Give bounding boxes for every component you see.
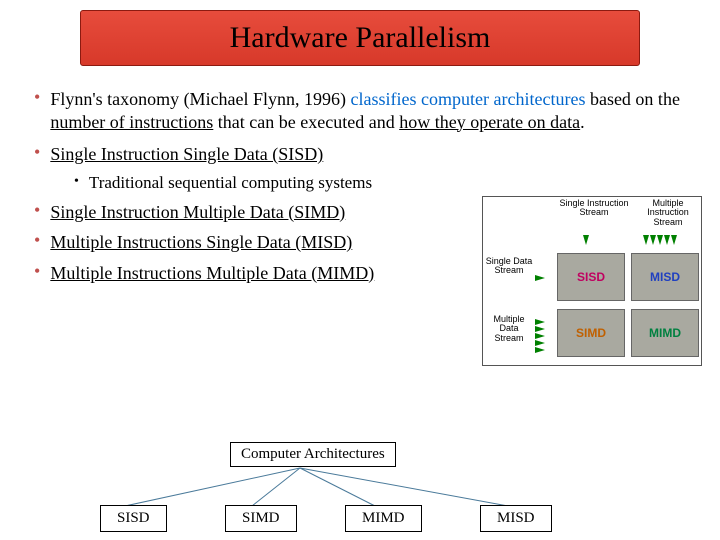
fig-cell-sisd: SISD (557, 253, 625, 301)
title-container: Hardware Parallelism (0, 0, 720, 80)
intro-link: classifies computer architectures (351, 89, 586, 109)
arrow-down-multi-icon (643, 235, 677, 249)
intro-mid2: that can be executed and (213, 112, 399, 132)
bullet-dot-icon: • (34, 262, 40, 285)
sisd-sub-text: Traditional sequential computing systems (89, 172, 372, 193)
bullet-dot-icon: • (34, 143, 40, 166)
tree-leaf-sisd: SISD (100, 505, 167, 532)
bullet-sisd-sub: • Traditional sequential computing syste… (74, 172, 690, 193)
fig-cell-simd: SIMD (557, 309, 625, 357)
title-bar: Hardware Parallelism (80, 10, 640, 66)
arrow-right-multi-icon (535, 319, 545, 353)
intro-mid: based on the (585, 89, 679, 109)
tree-leaf-mimd: MIMD (345, 505, 422, 532)
intro-pre: Flynn's taxonomy (Michael Flynn, 1996) (50, 89, 350, 109)
misd-label: Multiple Instructions Single Data (MISD) (50, 231, 352, 254)
intro-text: Flynn's taxonomy (Michael Flynn, 1996) c… (50, 88, 690, 133)
bullet-dot-icon: • (34, 201, 40, 224)
mimd-label: Multiple Instructions Multiple Data (MIM… (50, 262, 374, 285)
intro-end: . (580, 112, 585, 132)
arrow-right-icon (535, 275, 545, 281)
tree-root: Computer Architectures (230, 442, 396, 467)
slide-title: Hardware Parallelism (89, 21, 631, 55)
bullet-dot-icon: • (34, 88, 40, 133)
fig-col1-label: Single Instruction Stream (559, 199, 629, 218)
bullet-sisd: • Single Instruction Single Data (SISD) (34, 143, 690, 166)
flynn-taxonomy-figure: Single Instruction Stream Multiple Instr… (482, 196, 702, 366)
arrow-down-icon (583, 235, 589, 249)
fig-col2-label: Multiple Instruction Stream (633, 199, 703, 227)
fig-row2-label: Multiple Data Stream (485, 315, 533, 343)
architecture-tree: Computer Architectures SISD SIMD MIMD MI… (40, 442, 600, 532)
tree-leaf-misd: MISD (480, 505, 552, 532)
simd-label: Single Instruction Multiple Data (SIMD) (50, 201, 345, 224)
tree-leaf-simd: SIMD (225, 505, 297, 532)
fig-row1-label: Single Data Stream (485, 257, 533, 276)
bullet-dot-icon: • (34, 231, 40, 254)
intro-u2: how they operate on data (399, 112, 580, 132)
bullet-intro: • Flynn's taxonomy (Michael Flynn, 1996)… (34, 88, 690, 133)
bullet-dot-icon: • (74, 174, 79, 193)
intro-u1: number of instructions (50, 112, 213, 132)
sisd-label: Single Instruction Single Data (SISD) (50, 143, 323, 166)
fig-cell-misd: MISD (631, 253, 699, 301)
fig-cell-mimd: MIMD (631, 309, 699, 357)
